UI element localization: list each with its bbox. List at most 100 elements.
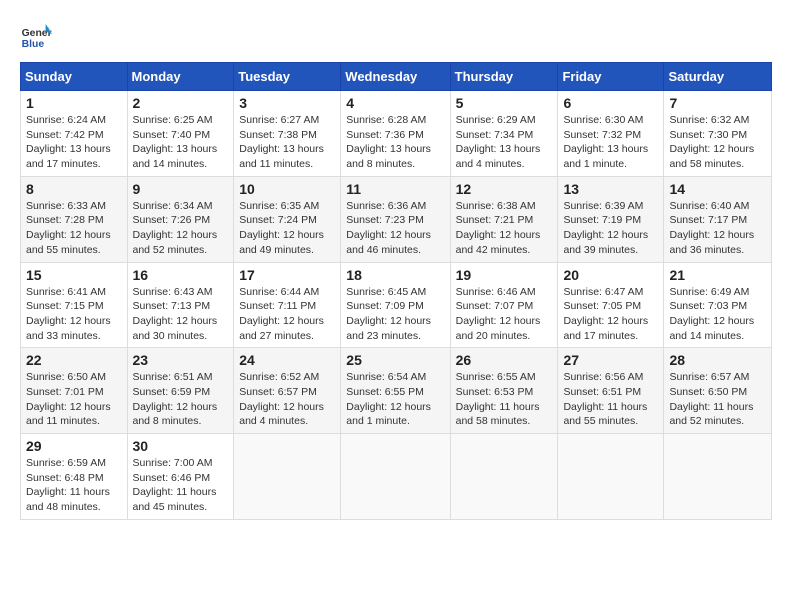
day-number: 12 — [456, 181, 553, 197]
day-info: Sunrise: 6:59 AMSunset: 6:48 PMDaylight:… — [26, 456, 122, 515]
day-number: 2 — [133, 95, 229, 111]
calendar-cell: 28 Sunrise: 6:57 AMSunset: 6:50 PMDayligh… — [664, 348, 772, 434]
day-number: 16 — [133, 267, 229, 283]
col-thursday: Thursday — [450, 63, 558, 91]
calendar-week-3: 15 Sunrise: 6:41 AMSunset: 7:15 PMDayligh… — [21, 262, 772, 348]
calendar-cell: 9Sunrise: 6:34 AMSunset: 7:26 PMDaylight… — [127, 176, 234, 262]
calendar-cell: 27 Sunrise: 6:56 AMSunset: 6:51 PMDayligh… — [558, 348, 664, 434]
day-number: 3 — [239, 95, 335, 111]
day-info: Sunrise: 6:51 AMSunset: 6:59 PMDaylight:… — [133, 370, 229, 429]
day-number: 25 — [346, 352, 444, 368]
calendar-cell — [450, 434, 558, 520]
day-number: 13 — [563, 181, 658, 197]
day-info: Sunrise: 6:36 AMSunset: 7:23 PMDaylight:… — [346, 199, 444, 258]
day-info: Sunrise: 6:29 AMSunset: 7:34 PMDaylight:… — [456, 113, 553, 172]
calendar-cell: 18 Sunrise: 6:45 AMSunset: 7:09 PMDayligh… — [341, 262, 450, 348]
logo: General Blue — [20, 20, 56, 52]
day-number: 15 — [26, 267, 122, 283]
day-number: 28 — [669, 352, 766, 368]
day-number: 22 — [26, 352, 122, 368]
col-wednesday: Wednesday — [341, 63, 450, 91]
calendar-cell: 30 Sunrise: 7:00 AMSunset: 6:46 PMDayligh… — [127, 434, 234, 520]
day-info: Sunrise: 6:40 AMSunset: 7:17 PMDaylight:… — [669, 199, 766, 258]
day-info: Sunrise: 6:32 AMSunset: 7:30 PMDaylight:… — [669, 113, 766, 172]
calendar-cell — [664, 434, 772, 520]
calendar-cell: 22 Sunrise: 6:50 AMSunset: 7:01 PMDayligh… — [21, 348, 128, 434]
calendar-cell: 7 Sunrise: 6:32 AMSunset: 7:30 PMDaylight… — [664, 91, 772, 177]
day-info: Sunrise: 6:50 AMSunset: 7:01 PMDaylight:… — [26, 370, 122, 429]
calendar-cell: 12 Sunrise: 6:38 AMSunset: 7:21 PMDayligh… — [450, 176, 558, 262]
day-info: Sunrise: 6:52 AMSunset: 6:57 PMDaylight:… — [239, 370, 335, 429]
day-number: 19 — [456, 267, 553, 283]
calendar-cell — [234, 434, 341, 520]
day-number: 20 — [563, 267, 658, 283]
calendar-cell: 14 Sunrise: 6:40 AMSunset: 7:17 PMDayligh… — [664, 176, 772, 262]
calendar-cell: 24 Sunrise: 6:52 AMSunset: 6:57 PMDayligh… — [234, 348, 341, 434]
day-number: 23 — [133, 352, 229, 368]
day-info: Sunrise: 6:28 AMSunset: 7:36 PMDaylight:… — [346, 113, 444, 172]
col-tuesday: Tuesday — [234, 63, 341, 91]
day-info: Sunrise: 6:33 AMSunset: 7:28 PMDaylight:… — [26, 199, 122, 258]
day-number: 4 — [346, 95, 444, 111]
calendar-cell: 15 Sunrise: 6:41 AMSunset: 7:15 PMDayligh… — [21, 262, 128, 348]
calendar-cell: 23 Sunrise: 6:51 AMSunset: 6:59 PMDayligh… — [127, 348, 234, 434]
day-info: Sunrise: 6:43 AMSunset: 7:13 PMDaylight:… — [133, 285, 229, 344]
calendar-cell: 6 Sunrise: 6:30 AMSunset: 7:32 PMDaylight… — [558, 91, 664, 177]
day-number: 27 — [563, 352, 658, 368]
day-info: Sunrise: 6:46 AMSunset: 7:07 PMDaylight:… — [456, 285, 553, 344]
calendar-cell — [558, 434, 664, 520]
day-info: Sunrise: 7:00 AMSunset: 6:46 PMDaylight:… — [133, 456, 229, 515]
day-number: 30 — [133, 438, 229, 454]
day-info: Sunrise: 6:27 AMSunset: 7:38 PMDaylight:… — [239, 113, 335, 172]
day-info: Sunrise: 6:25 AMSunset: 7:40 PMDaylight:… — [133, 113, 229, 172]
calendar-cell: 5 Sunrise: 6:29 AMSunset: 7:34 PMDaylight… — [450, 91, 558, 177]
day-info: Sunrise: 6:49 AMSunset: 7:03 PMDaylight:… — [669, 285, 766, 344]
day-info: Sunrise: 6:38 AMSunset: 7:21 PMDaylight:… — [456, 199, 553, 258]
day-info: Sunrise: 6:45 AMSunset: 7:09 PMDaylight:… — [346, 285, 444, 344]
day-number: 26 — [456, 352, 553, 368]
calendar-cell: 16 Sunrise: 6:43 AMSunset: 7:13 PMDayligh… — [127, 262, 234, 348]
logo-icon: General Blue — [20, 20, 52, 52]
col-friday: Friday — [558, 63, 664, 91]
calendar-week-4: 22 Sunrise: 6:50 AMSunset: 7:01 PMDayligh… — [21, 348, 772, 434]
calendar-cell: 20 Sunrise: 6:47 AMSunset: 7:05 PMDayligh… — [558, 262, 664, 348]
calendar-cell: 25 Sunrise: 6:54 AMSunset: 6:55 PMDayligh… — [341, 348, 450, 434]
calendar-cell: 1Sunrise: 6:24 AMSunset: 7:42 PMDaylight… — [21, 91, 128, 177]
calendar-cell: 13Sunrise: 6:39 AMSunset: 7:19 PMDayligh… — [558, 176, 664, 262]
day-number: 21 — [669, 267, 766, 283]
calendar-cell: 11 Sunrise: 6:36 AMSunset: 7:23 PMDayligh… — [341, 176, 450, 262]
day-number: 29 — [26, 438, 122, 454]
day-info: Sunrise: 6:56 AMSunset: 6:51 PMDaylight:… — [563, 370, 658, 429]
calendar-cell: 10 Sunrise: 6:35 AMSunset: 7:24 PMDayligh… — [234, 176, 341, 262]
calendar-cell: 21 Sunrise: 6:49 AMSunset: 7:03 PMDayligh… — [664, 262, 772, 348]
header-row: Sunday Monday Tuesday Wednesday Thursday… — [21, 63, 772, 91]
calendar-week-5: 29 Sunrise: 6:59 AMSunset: 6:48 PMDayligh… — [21, 434, 772, 520]
calendar-cell: 17Sunrise: 6:44 AMSunset: 7:11 PMDayligh… — [234, 262, 341, 348]
col-sunday: Sunday — [21, 63, 128, 91]
page-header: General Blue — [20, 20, 772, 52]
calendar-cell: 3 Sunrise: 6:27 AMSunset: 7:38 PMDaylight… — [234, 91, 341, 177]
calendar-cell: 29 Sunrise: 6:59 AMSunset: 6:48 PMDayligh… — [21, 434, 128, 520]
day-info: Sunrise: 6:55 AMSunset: 6:53 PMDaylight:… — [456, 370, 553, 429]
day-number: 10 — [239, 181, 335, 197]
calendar-week-2: 8 Sunrise: 6:33 AMSunset: 7:28 PMDaylight… — [21, 176, 772, 262]
day-number: 1 — [26, 95, 122, 111]
day-number: 6 — [563, 95, 658, 111]
col-saturday: Saturday — [664, 63, 772, 91]
col-monday: Monday — [127, 63, 234, 91]
day-info: Sunrise: 6:47 AMSunset: 7:05 PMDaylight:… — [563, 285, 658, 344]
calendar-week-1: 1Sunrise: 6:24 AMSunset: 7:42 PMDaylight… — [21, 91, 772, 177]
day-info: Sunrise: 6:34 AMSunset: 7:26 PMDaylight:… — [133, 199, 229, 258]
day-info: Sunrise: 6:57 AMSunset: 6:50 PMDaylight:… — [669, 370, 766, 429]
day-info: Sunrise: 6:54 AMSunset: 6:55 PMDaylight:… — [346, 370, 444, 429]
day-number: 24 — [239, 352, 335, 368]
day-number: 18 — [346, 267, 444, 283]
day-number: 7 — [669, 95, 766, 111]
day-number: 5 — [456, 95, 553, 111]
day-number: 14 — [669, 181, 766, 197]
day-info: Sunrise: 6:41 AMSunset: 7:15 PMDaylight:… — [26, 285, 122, 344]
day-number: 11 — [346, 181, 444, 197]
day-info: Sunrise: 6:35 AMSunset: 7:24 PMDaylight:… — [239, 199, 335, 258]
day-info: Sunrise: 6:30 AMSunset: 7:32 PMDaylight:… — [563, 113, 658, 172]
day-number: 8 — [26, 181, 122, 197]
